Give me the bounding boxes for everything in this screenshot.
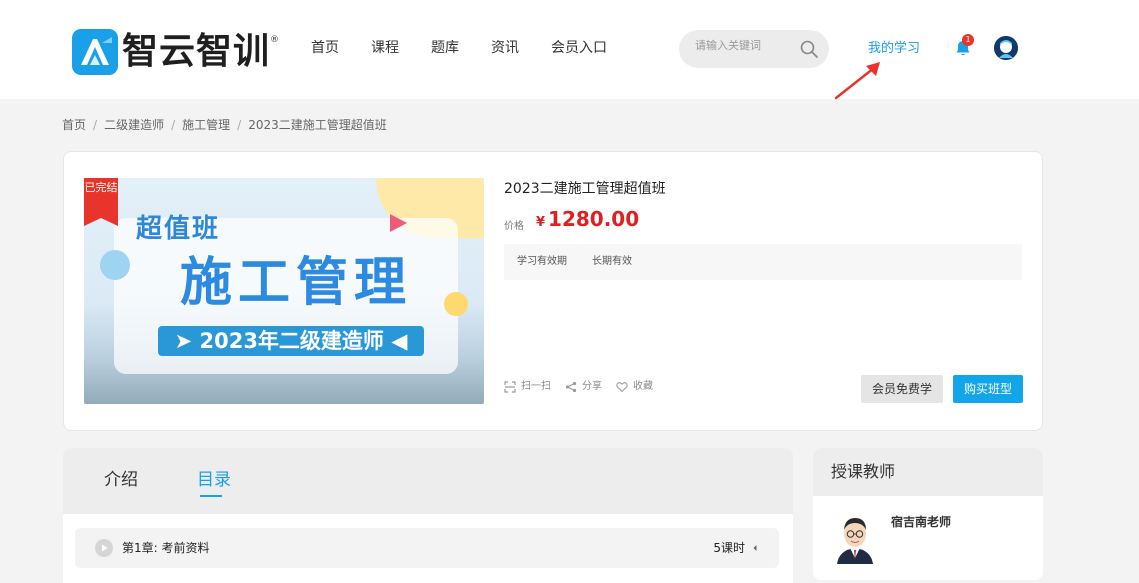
site-header: 智云智训 ® 首页 课程 题库 资讯 会员入口 我的学习 1	[0, 0, 1139, 99]
course-cover-image[interactable]: 超值班 施工管理 ➤ 2023年二级建造师 ◀	[84, 178, 484, 404]
teacher-heading: 授课教师	[831, 462, 896, 481]
breadcrumb-separator: /	[93, 118, 98, 132]
validity-value: 长期有效	[592, 256, 632, 267]
tab-intro[interactable]: 介绍	[104, 468, 138, 492]
logo-mark-icon	[72, 29, 118, 75]
status-ribbon-text: 已完结	[84, 181, 118, 194]
search-box	[679, 30, 829, 68]
price-amount: 1280.00	[548, 207, 640, 231]
buy-class-button[interactable]: 购买班型	[953, 375, 1023, 403]
favorite-action[interactable]: 收藏	[616, 379, 653, 395]
chapter-row[interactable]: 第1章: 考前资料 5课时	[75, 528, 779, 568]
breadcrumb: 首页 / 二级建造师 / 施工管理 / 2023二建施工管理超值班	[62, 117, 387, 133]
favorite-label: 收藏	[633, 381, 653, 392]
tab-catalog[interactable]: 目录	[197, 468, 231, 492]
nav-home[interactable]: 首页	[311, 38, 339, 58]
main-nav: 首页 课程 题库 资讯 会员入口	[311, 38, 639, 58]
course-card: 超值班 施工管理 ➤ 2023年二级建造师 ◀ 已完结 2023二建施工管理超值…	[63, 151, 1043, 431]
breadcrumb-separator: /	[171, 118, 176, 132]
cover-decoration	[100, 250, 130, 280]
breadcrumb-separator: /	[237, 118, 242, 132]
cover-play-triangle-icon	[390, 214, 407, 232]
validity-row: 学习有效期 长期有效	[504, 244, 1022, 280]
teacher-panel-header: 授课教师	[813, 448, 1043, 496]
price-value: ¥1280.00	[536, 207, 639, 231]
price-currency: ¥	[536, 215, 546, 230]
nav-question-bank[interactable]: 题库	[431, 38, 459, 58]
share-icon	[565, 381, 577, 393]
play-circle-icon	[95, 539, 113, 557]
price-label: 价格	[504, 221, 524, 232]
search-input[interactable]	[695, 39, 795, 52]
notification-badge: 1	[962, 34, 974, 46]
logo-text: 智云智训	[122, 31, 271, 72]
share-action[interactable]: 分享	[565, 379, 602, 395]
site-logo[interactable]: 智云智训 ®	[72, 29, 279, 75]
chevron-left-icon[interactable]	[751, 542, 759, 554]
teacher-panel: 授课教师 宿吉南老师	[813, 448, 1043, 580]
breadcrumb-home[interactable]: 首页	[62, 117, 86, 133]
course-actions: 扫一扫 分享 收藏	[504, 379, 667, 395]
validity-label: 学习有效期	[517, 256, 567, 267]
teacher-name[interactable]: 宿吉南老师	[891, 514, 951, 530]
course-title: 2023二建施工管理超值班	[504, 181, 666, 197]
active-tab-indicator	[200, 495, 222, 497]
breadcrumb-category[interactable]: 二级建造师	[104, 117, 164, 133]
nav-news[interactable]: 资讯	[491, 38, 519, 58]
status-ribbon: 已完结	[84, 178, 118, 226]
nav-courses[interactable]: 课程	[371, 38, 399, 58]
nav-member-entry[interactable]: 会员入口	[551, 38, 607, 58]
course-content-panel: 介绍 目录 第1章: 考前资料 5课时	[63, 448, 793, 583]
breadcrumb-subject[interactable]: 施工管理	[182, 117, 230, 133]
chapter-title: 第1章: 考前资料	[122, 541, 210, 555]
my-learning-link[interactable]: 我的学习	[868, 40, 920, 58]
search-icon[interactable]	[799, 39, 819, 59]
breadcrumb-current: 2023二建施工管理超值班	[248, 118, 387, 132]
scan-icon	[504, 381, 516, 393]
user-avatar[interactable]	[994, 36, 1018, 60]
cover-bar-text: ➤ 2023年二级建造师 ◀	[158, 326, 424, 356]
annotation-arrow-icon	[834, 62, 880, 100]
teacher-avatar[interactable]	[833, 512, 877, 564]
logo-registered-mark: ®	[270, 35, 280, 45]
tab-bar: 介绍 目录	[63, 448, 793, 514]
cover-decoration	[444, 292, 468, 316]
cover-main-title: 施工管理	[180, 253, 413, 313]
heart-icon	[616, 382, 628, 393]
chapter-lesson-count: 5课时	[713, 541, 745, 555]
cover-subtitle: 超值班	[136, 214, 221, 244]
scan-action[interactable]: 扫一扫	[504, 379, 551, 395]
share-label: 分享	[582, 381, 602, 392]
member-free-learn-button[interactable]: 会员免费学	[861, 375, 943, 403]
scan-label: 扫一扫	[521, 381, 551, 392]
